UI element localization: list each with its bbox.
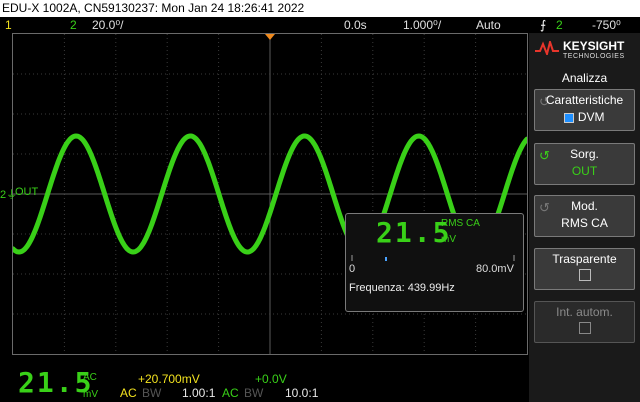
- channel-1-bw-limit: BW: [142, 386, 162, 400]
- auto-interval-checkbox[interactable]: [578, 322, 591, 334]
- transparent-checkbox[interactable]: [578, 269, 591, 281]
- softkey-auto-interval[interactable]: Int. autom.: [534, 301, 635, 343]
- channel-1-offset[interactable]: +20.700mV: [138, 372, 200, 386]
- dvm-scale-min: 0: [349, 263, 356, 275]
- title-bar: EDU-X 1002A, CN59130237: Mon Jan 24 18:2…: [0, 0, 640, 17]
- channel-2-offset[interactable]: +0.0V: [255, 372, 287, 386]
- trigger-mode: Auto: [476, 18, 501, 32]
- channel-1-indicator[interactable]: 1: [5, 17, 12, 33]
- dvm-bottom-unit: mV: [83, 389, 98, 400]
- dvm-bottom-mode: AC: [83, 372, 97, 383]
- softkey-source[interactable]: ↺ Sorg. OUT: [534, 143, 635, 185]
- frequency-readout: Frequenza: 439.99Hz: [349, 282, 455, 294]
- softkey-source-value: OUT: [571, 164, 598, 178]
- trigger-edge-icon: ⨍: [540, 18, 547, 32]
- brand-name: KEYSIGHT: [563, 39, 625, 53]
- side-panel: KEYSIGHT TECHNOLOGIES Analizza ↺ Caratte…: [529, 33, 640, 402]
- trigger-source: 2: [556, 18, 563, 32]
- channel-2-indicator[interactable]: 2: [70, 17, 77, 33]
- softkey-mode-value: RMS CA: [561, 216, 608, 230]
- dvm-unit: mV: [441, 234, 456, 245]
- channel-2-probe: 10.0:1: [285, 386, 319, 400]
- dvm-checkbox[interactable]: [564, 112, 575, 123]
- channel-2-bw-limit: BW: [244, 386, 264, 400]
- bottom-status: 21.5 AC mV +20.700mV AC BW 1.00:1 +0.0V …: [0, 356, 529, 402]
- brand-subtitle: TECHNOLOGIES: [563, 53, 625, 60]
- dvm-mode: RMS CA: [441, 218, 480, 229]
- softkey-transparent-label: Trasparente: [552, 252, 617, 266]
- dvm-scale-bar: [351, 255, 515, 261]
- dvm-scale-max: 80.0mV: [476, 263, 514, 275]
- softkey-mode-label: Mod.: [571, 199, 598, 213]
- trigger-position-marker: [265, 34, 275, 40]
- horizontal-delay: 0.0s: [344, 18, 367, 32]
- channel-2-coupling: AC: [222, 386, 239, 400]
- channel-1-probe: 1.00:1: [182, 386, 216, 400]
- softkey-features[interactable]: ↺ Caratteristiche DVM: [534, 89, 635, 131]
- dvm-measurement-box[interactable]: 21.5 RMS CA mV 0 80.0mV Frequenza: 439.9…: [345, 213, 524, 312]
- softkey-features-label: Caratteristiche: [545, 93, 624, 107]
- softkey-mode[interactable]: ↺ Mod. RMS CA: [534, 195, 635, 237]
- softkey-features-value: DVM: [577, 110, 605, 124]
- title-text: EDU-X 1002A, CN59130237: Mon Jan 24 18:2…: [2, 1, 305, 15]
- keysight-logo: KEYSIGHT TECHNOLOGIES: [533, 37, 637, 63]
- trigger-level: -750⁰: [592, 18, 621, 32]
- channel-2-label: OUT: [15, 186, 39, 198]
- keysight-wave-icon: [535, 41, 559, 55]
- menu-title: Analizza: [561, 71, 608, 85]
- status-bar: 1 2 20.0⁰/ 0.0s 1.000⁰/ Auto ⨍ 2 -750⁰: [0, 17, 640, 33]
- timebase-scale: 1.000⁰/: [403, 18, 442, 32]
- channel-2-scale: 20.0⁰/: [92, 18, 124, 32]
- channel-1-coupling: AC: [120, 386, 137, 400]
- softkey-auto-interval-label: Int. autom.: [556, 305, 613, 319]
- softkey-source-label: Sorg.: [570, 147, 599, 161]
- softkey-transparent[interactable]: Trasparente: [534, 248, 635, 290]
